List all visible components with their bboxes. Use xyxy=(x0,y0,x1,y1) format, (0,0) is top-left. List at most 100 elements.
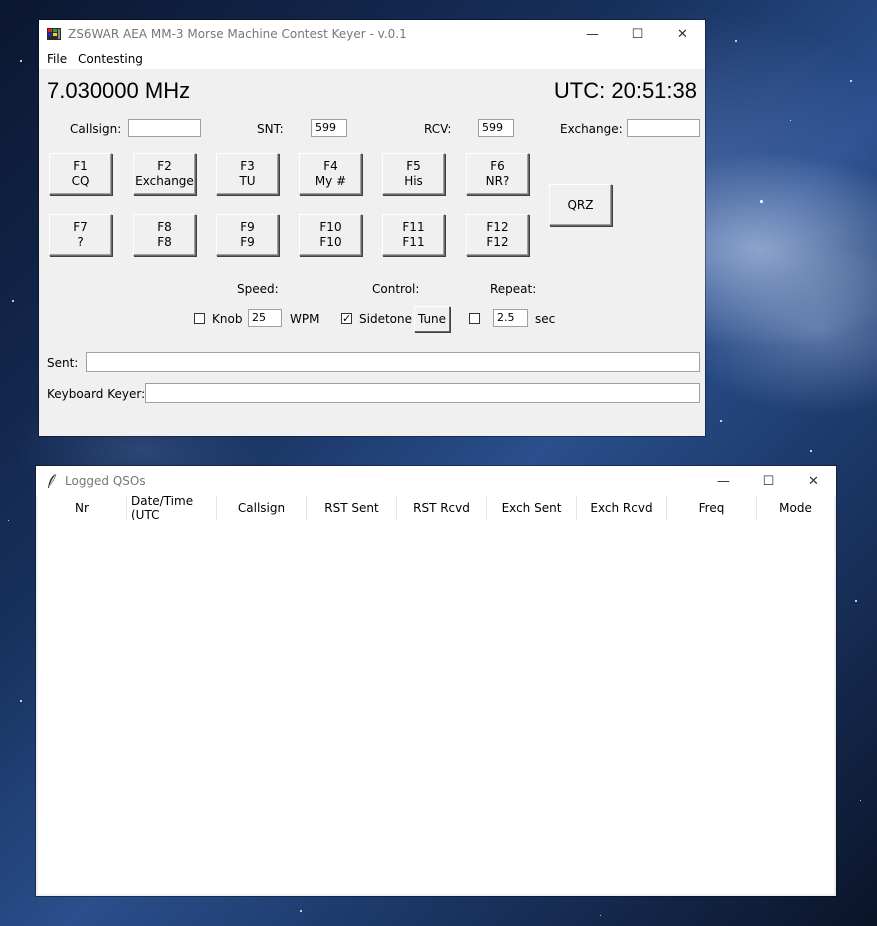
column-header-freq[interactable]: Freq xyxy=(667,496,757,520)
fkey-text: My # xyxy=(314,174,347,188)
qrz-button[interactable]: QRZ xyxy=(549,184,612,226)
repeat-unit-label: sec xyxy=(535,312,556,326)
fkey-label: F6 xyxy=(490,159,505,173)
star xyxy=(810,450,812,452)
column-header-mode[interactable]: Mode xyxy=(757,496,834,520)
rcv-input[interactable]: 599 xyxy=(478,119,514,137)
fkey-label: F10 xyxy=(319,220,342,234)
sidetone-label: Sidetone xyxy=(359,312,412,326)
speed-label: Speed: xyxy=(237,282,279,296)
snt-input[interactable]: 599 xyxy=(311,119,347,137)
f4-button[interactable]: F4 My # xyxy=(299,153,362,195)
wpm-input[interactable]: 25 xyxy=(248,309,282,327)
log-window-title: Logged QSOs xyxy=(65,474,146,488)
fkey-label: F2 xyxy=(157,159,172,173)
maximize-button[interactable]: ☐ xyxy=(746,466,791,496)
repeat-interval-input[interactable]: 2.5 xyxy=(493,309,528,327)
fkey-text: NR? xyxy=(485,174,510,188)
sent-field[interactable] xyxy=(86,352,700,372)
fkey-label: F5 xyxy=(406,159,421,173)
star xyxy=(300,910,302,912)
f8-button[interactable]: F8 F8 xyxy=(133,214,196,256)
f3-button[interactable]: F3 TU xyxy=(216,153,279,195)
snt-label: SNT: xyxy=(257,122,284,136)
keyer-titlebar[interactable]: ZS6WAR AEA MM-3 Morse Machine Contest Ke… xyxy=(39,20,705,48)
fkey-label: F3 xyxy=(240,159,255,173)
keyer-window: ZS6WAR AEA MM-3 Morse Machine Contest Ke… xyxy=(39,20,705,436)
fkey-text: His xyxy=(404,174,423,188)
wpm-label: WPM xyxy=(290,312,320,326)
menu-bar: File Contesting xyxy=(39,48,705,69)
star xyxy=(735,40,737,42)
f6-button[interactable]: F6 NR? xyxy=(466,153,529,195)
menu-contesting[interactable]: Contesting xyxy=(78,52,143,66)
qrz-label: QRZ xyxy=(567,197,594,212)
fkey-label: F1 xyxy=(73,159,88,173)
f1-button[interactable]: F1 CQ xyxy=(49,153,112,195)
rcv-label: RCV: xyxy=(424,122,452,136)
repeat-label: Repeat: xyxy=(490,282,537,296)
star xyxy=(860,800,861,801)
column-header-rst-rcvd[interactable]: RST Rcvd xyxy=(397,496,487,520)
fkey-text: F10 xyxy=(319,235,342,249)
minimize-button[interactable]: — xyxy=(701,466,746,496)
control-label: Control: xyxy=(372,282,420,296)
column-header-datetime[interactable]: Date/Time (UTC xyxy=(127,496,217,520)
close-button[interactable]: ✕ xyxy=(660,20,705,48)
column-header-rst-sent[interactable]: RST Sent xyxy=(307,496,397,520)
fkey-text: TU xyxy=(239,174,256,188)
star xyxy=(720,420,722,422)
tune-button[interactable]: Tune xyxy=(414,306,450,332)
star xyxy=(20,700,22,702)
fkey-label: F9 xyxy=(240,220,255,234)
column-header-exch-rcvd[interactable]: Exch Rcvd xyxy=(577,496,667,520)
star xyxy=(855,600,857,602)
fkey-label: F4 xyxy=(323,159,338,173)
log-titlebar[interactable]: Logged QSOs — ☐ ✕ xyxy=(36,466,836,496)
column-header-nr[interactable]: Nr xyxy=(38,496,127,520)
exchange-input[interactable] xyxy=(627,119,700,137)
star xyxy=(12,300,14,302)
sidetone-checkbox[interactable]: ✓ xyxy=(341,313,352,324)
column-header-callsign[interactable]: Callsign xyxy=(217,496,307,520)
qso-log-table[interactable]: Nr Date/Time (UTC Callsign RST Sent RST … xyxy=(38,496,834,894)
close-button[interactable]: ✕ xyxy=(791,466,836,496)
callsign-input[interactable] xyxy=(128,119,201,137)
minimize-button[interactable]: — xyxy=(570,20,615,48)
menu-file[interactable]: File xyxy=(47,52,67,66)
fkey-text: F11 xyxy=(402,235,425,249)
feather-icon xyxy=(48,473,57,488)
maximize-button[interactable]: ☐ xyxy=(615,20,660,48)
f10-button[interactable]: F10 F10 xyxy=(299,214,362,256)
star xyxy=(790,120,791,121)
star xyxy=(850,80,852,82)
star xyxy=(8,520,9,521)
callsign-label: Callsign: xyxy=(70,122,122,136)
fkey-text: Exchange xyxy=(135,174,194,188)
frequency-display: 7.030000 MHz xyxy=(47,78,191,103)
fkey-text: F8 xyxy=(157,235,172,249)
app-icon xyxy=(47,28,61,40)
fkey-label: F8 xyxy=(157,220,172,234)
f5-button[interactable]: F5 His xyxy=(382,153,445,195)
fkey-label: F11 xyxy=(402,220,425,234)
tune-label: Tune xyxy=(417,312,447,326)
fkey-text: ? xyxy=(77,235,84,249)
f7-button[interactable]: F7? xyxy=(49,214,112,256)
knob-label: Knob xyxy=(212,312,243,326)
f9-button[interactable]: F9 F9 xyxy=(216,214,279,256)
column-header-exch-sent[interactable]: Exch Sent xyxy=(487,496,577,520)
f11-button[interactable]: F11 F11 xyxy=(382,214,445,256)
repeat-checkbox[interactable] xyxy=(469,313,480,324)
keyer-window-title: ZS6WAR AEA MM-3 Morse Machine Contest Ke… xyxy=(68,27,407,41)
fkey-text: F12 xyxy=(486,235,509,249)
fkey-label: F12 xyxy=(486,220,509,234)
star xyxy=(600,915,601,916)
keyboard-keyer-input[interactable] xyxy=(145,383,700,403)
knob-checkbox[interactable] xyxy=(194,313,205,324)
exchange-label: Exchange: xyxy=(560,122,623,136)
f12-button[interactable]: F12 F12 xyxy=(466,214,529,256)
checkmark-icon: ✓ xyxy=(342,312,352,325)
fkey-text: F9 xyxy=(240,235,255,249)
f2-button[interactable]: F2 Exchange xyxy=(133,153,196,195)
